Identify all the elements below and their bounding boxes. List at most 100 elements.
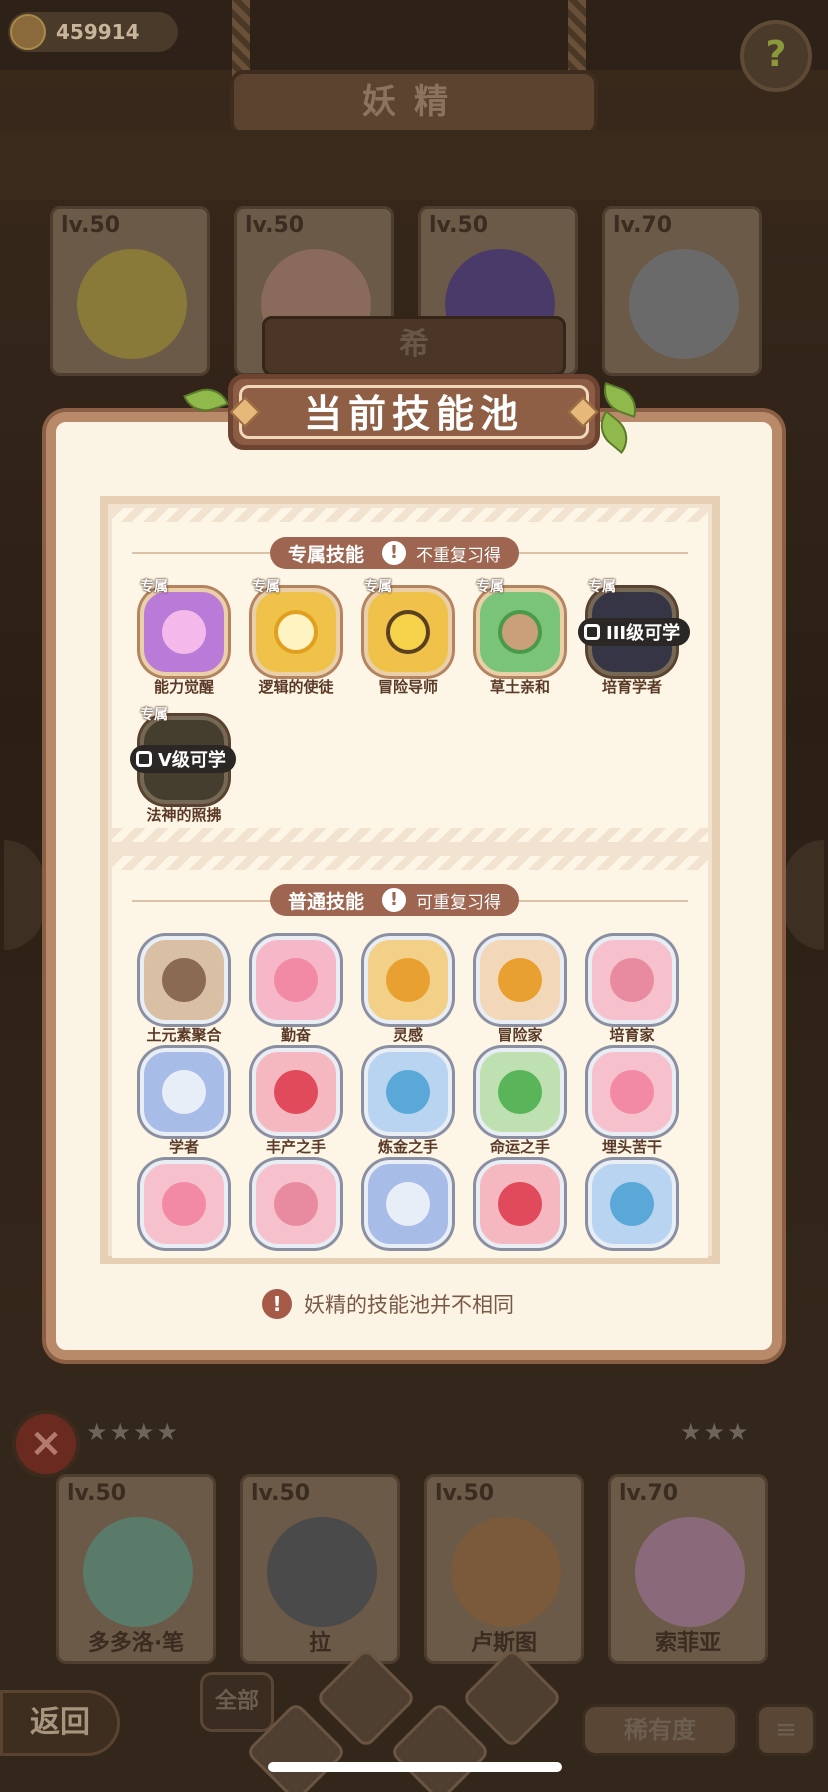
fairy-card[interactable]: lv.50 卢斯图	[424, 1474, 584, 1664]
card-level: lv.50	[429, 213, 489, 238]
skill-name: 冒险家	[497, 1026, 543, 1044]
fairy-portrait	[267, 1517, 377, 1627]
skill-item[interactable]: 炼金之手	[360, 1044, 456, 1156]
card-name: 多多洛·笔	[87, 1631, 185, 1656]
skill-name: 培育家	[609, 1026, 655, 1044]
card-level: lv.50	[435, 1481, 495, 1506]
tomato-icon	[274, 1070, 318, 1114]
home-indicator[interactable]	[268, 1762, 562, 1772]
star-rating: ★★★	[680, 1418, 751, 1446]
info-icon: !	[382, 541, 407, 565]
cauldron-icon	[386, 1070, 430, 1114]
skill-item[interactable]: 命运之手	[472, 1044, 568, 1156]
exclusive-tag: 专属	[140, 579, 168, 595]
fairy-card[interactable]: lv.70 索菲亚	[608, 1474, 768, 1664]
skill-item[interactable]: 丰产之手	[248, 1044, 344, 1156]
skill-item[interactable]: 培育家	[584, 932, 680, 1044]
skill-item[interactable]	[248, 1156, 344, 1256]
skill-item[interactable]	[136, 1156, 232, 1256]
section-title: 妖精	[362, 82, 466, 122]
skill-item[interactable]: 冒险家	[472, 932, 568, 1044]
coin-icon	[10, 14, 46, 50]
skill-item[interactable]	[584, 1156, 680, 1256]
back-button[interactable]: 返回	[0, 1690, 120, 1756]
card-level: lv.70	[619, 1481, 679, 1506]
section-sign: 妖精	[230, 70, 598, 136]
skill-name: 炼金之手	[377, 1138, 438, 1156]
card-level: lv.50	[251, 1481, 311, 1506]
coin-counter: 459914	[8, 12, 178, 52]
panel-edge	[112, 828, 708, 842]
watering-can-icon	[274, 1182, 318, 1226]
lock-badge: III级可学	[578, 618, 691, 646]
skill-item[interactable]	[360, 1156, 456, 1256]
rarity-label: 稀有度	[624, 1716, 696, 1744]
coin-value: 459914	[56, 20, 140, 44]
skill-name: 草土亲和	[489, 678, 550, 696]
skill-name: 勤奋	[280, 1026, 311, 1044]
lock-icon	[136, 751, 152, 767]
skill-item[interactable]: 专属 草土亲和	[472, 579, 568, 696]
common-header: 普通技能 ! 可重复习得	[270, 884, 520, 916]
fairy-card[interactable]: lv.50 多多洛·笔	[56, 1474, 216, 1664]
fairy-card[interactable]: lv.50	[50, 206, 210, 376]
card-level: lv.50	[67, 1481, 127, 1506]
filter-all-label: 全部	[214, 1689, 259, 1714]
skill-item[interactable]: 埋头苦干	[584, 1044, 680, 1156]
card-name: 卢斯图	[470, 1631, 537, 1656]
tomato-icon	[498, 1182, 542, 1226]
skill-item[interactable]: 灵感	[360, 932, 456, 1044]
skill-item[interactable]: 勤奋	[248, 932, 344, 1044]
card-level: lv.50	[61, 213, 121, 238]
awaken-icon	[162, 610, 206, 654]
sort-icon: ≡	[775, 1715, 797, 1745]
skill-name: 冒险导师	[377, 678, 438, 696]
info-icon: !	[382, 888, 407, 912]
common-note: 可重复习得	[416, 892, 502, 913]
card-name: 索菲亚	[654, 1631, 721, 1656]
close-button[interactable]: ×	[12, 1410, 80, 1478]
fairy-card[interactable]: lv.50 拉	[240, 1474, 400, 1664]
skill-item[interactable]: 土元素聚合	[136, 932, 232, 1044]
modal-title: 当前技能池	[239, 385, 589, 439]
pink-face-icon	[162, 1182, 206, 1226]
rarity-sort-button[interactable]: 稀有度	[582, 1704, 738, 1756]
skill-name: 丰产之手	[265, 1138, 326, 1156]
common-header-label: 普通技能	[288, 890, 365, 913]
modal-title-plate: 当前技能池	[228, 374, 600, 450]
help-button[interactable]: ?	[740, 20, 812, 92]
pot-icon	[386, 958, 430, 1002]
skill-name: 培育学者	[601, 678, 662, 696]
skill-item[interactable]: 专属 逻辑的使徒	[248, 579, 344, 696]
skill-item[interactable]: 专属 冒险导师	[360, 579, 456, 696]
exclusive-tag: 专属	[252, 579, 280, 595]
notice-text: 妖精的技能池并不相同	[304, 1293, 514, 1317]
card-level: lv.50	[245, 213, 305, 238]
pink-face-icon	[610, 1070, 654, 1114]
bag-arrow-icon	[498, 958, 542, 1002]
skill-item[interactable]: 学者	[136, 1044, 232, 1156]
fairy-portrait	[77, 249, 187, 359]
skill-name: 学者	[168, 1138, 199, 1156]
filter-all-button[interactable]: 全部	[200, 1672, 274, 1732]
fairy-portrait	[635, 1517, 745, 1627]
fairy-portrait	[83, 1517, 193, 1627]
close-icon: ×	[29, 1420, 63, 1466]
fairy-card[interactable]: lv.70	[602, 206, 762, 376]
skill-name: 埋头苦干	[601, 1138, 662, 1156]
star-rating: ★★★★	[86, 1418, 181, 1446]
skill-item[interactable]	[472, 1156, 568, 1256]
skill-name: 土元素聚合	[146, 1026, 222, 1044]
skill-name: 灵感	[392, 1026, 423, 1044]
back-label: 返回	[30, 1705, 90, 1740]
skill-item[interactable]: 专属 能力觉醒	[136, 579, 232, 696]
skill-name: 逻辑的使徒	[258, 678, 334, 696]
shell-icon	[386, 1182, 430, 1226]
exclusive-note: 不重复习得	[416, 545, 502, 566]
common-skill-grid: 土元素聚合 勤奋 灵感 冒险家 培育家 学者 丰产之手 炼金之手 命运之手 埋头…	[112, 920, 708, 1258]
sort-button[interactable]: ≡	[756, 1704, 816, 1756]
exclusive-tag: 专属	[140, 707, 168, 723]
lock-label: III级可学	[606, 623, 681, 644]
skill-name: 法神的照拂	[146, 806, 222, 824]
exclusive-tag: 专属	[588, 579, 616, 595]
